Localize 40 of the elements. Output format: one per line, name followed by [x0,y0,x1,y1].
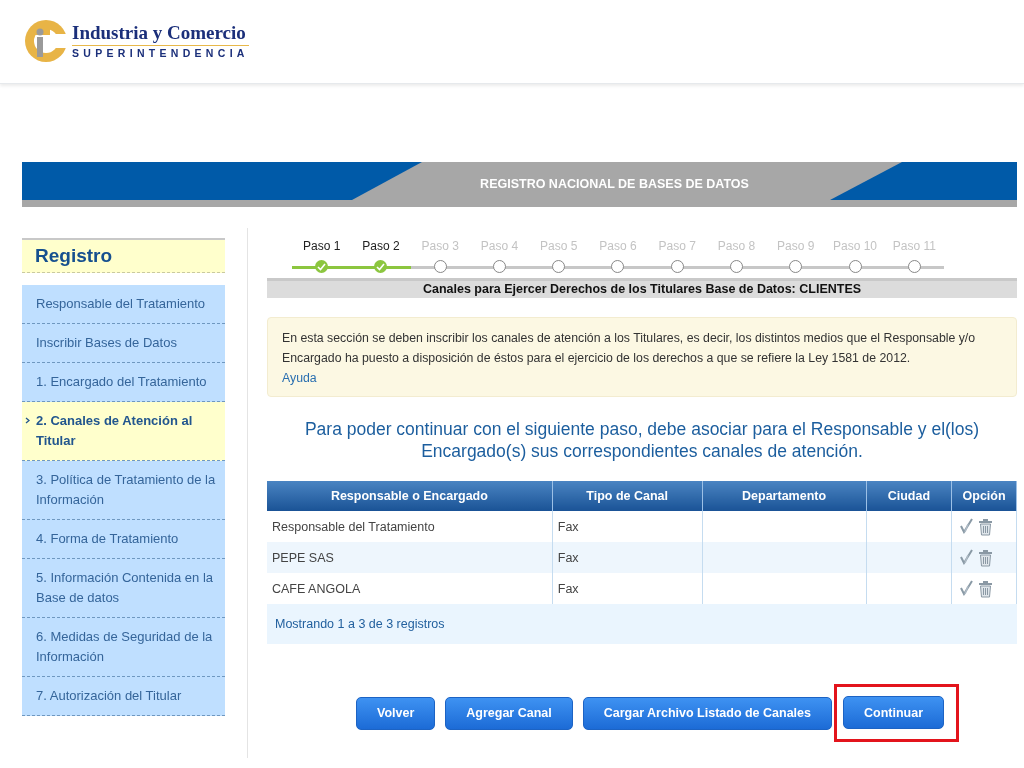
column-header: Departamento [702,481,867,511]
section-title: Canales para Ejercer Derechos de los Titulares Base de Datos: CLIENTES [267,278,1017,298]
table-cell: PEPE SAS [267,542,553,573]
info-text: En esta sección se deben inscribir los canales de atención a los Titulares, es decir, los distintos medios que el Responsable y/o Encargado ha puesto a disposición de éstos para el ejercicio de los derechos a que se refiere la Ley 1581 de 2012. [282,330,977,367]
step-label: Paso 10 [833,238,878,254]
step-label: Paso 4 [480,238,519,254]
sidebar-item[interactable]: 6. Medidas de Seguridad de la Información [22,618,225,677]
sidebar-item[interactable]: 7. Autorización del Titular [22,677,225,716]
sidebar-item[interactable]: 2. Canales de Atención al Titular [22,402,225,461]
step-label: Paso 8 [717,238,756,254]
step-label: Paso 6 [599,238,637,254]
column-header: Tipo de Canal [552,481,702,511]
step-label: Paso 11 [892,238,936,254]
step-label: Paso 9 [777,238,815,254]
sidebar-title: Registro [22,238,225,273]
action-button[interactable]: Agregar Canal [445,696,573,730]
banner-title: REGISTRO NACIONAL DE BASES DE DATOS [480,177,749,191]
sidebar-item[interactable]: 3. Política de Tratamiento de la Información [22,461,225,520]
records-count: Mostrando 1 a 3 de 3 registros [275,617,445,631]
sidebar-item[interactable]: 4. Forma de Tratamiento [22,520,225,559]
sidebar-item[interactable]: 1. Encargado del Tratamiento [22,363,225,402]
step-label: Paso 5 [540,238,578,254]
sidebar-item[interactable]: 5. Información Contenida en la Base de datos [22,559,225,618]
step-label: Paso 2 [362,238,400,254]
help-link[interactable]: Ayuda [282,371,317,385]
action-button[interactable]: Continuar [843,696,945,729]
table-cell: Fax [552,542,702,573]
action-button[interactable]: Cargar Archivo Listado de Canales [582,696,832,730]
sidebar-item[interactable]: Responsable del Tratamiento [22,285,225,324]
action-button[interactable]: Volver [356,696,436,730]
column-header: Ciudad [866,481,952,511]
logo-title: Industria y Comercio [72,22,249,46]
notice-text: Para poder continuar con el siguiente paso, debe asociar para el Responsable y el(los) Encargado(s) sus correspondientes canales de atención. [303,418,981,462]
logo-subtitle: SUPERINTENDENCIA [72,46,249,60]
step-label: Paso 7 [658,238,696,254]
column-header: Opción [951,481,1017,511]
sidebar-item[interactable]: Inscribir Bases de Datos [22,324,225,363]
column-header: Responsable o Encargado [267,481,553,511]
step-label: Paso 3 [421,238,459,254]
step-label: Paso 1 [302,238,341,254]
